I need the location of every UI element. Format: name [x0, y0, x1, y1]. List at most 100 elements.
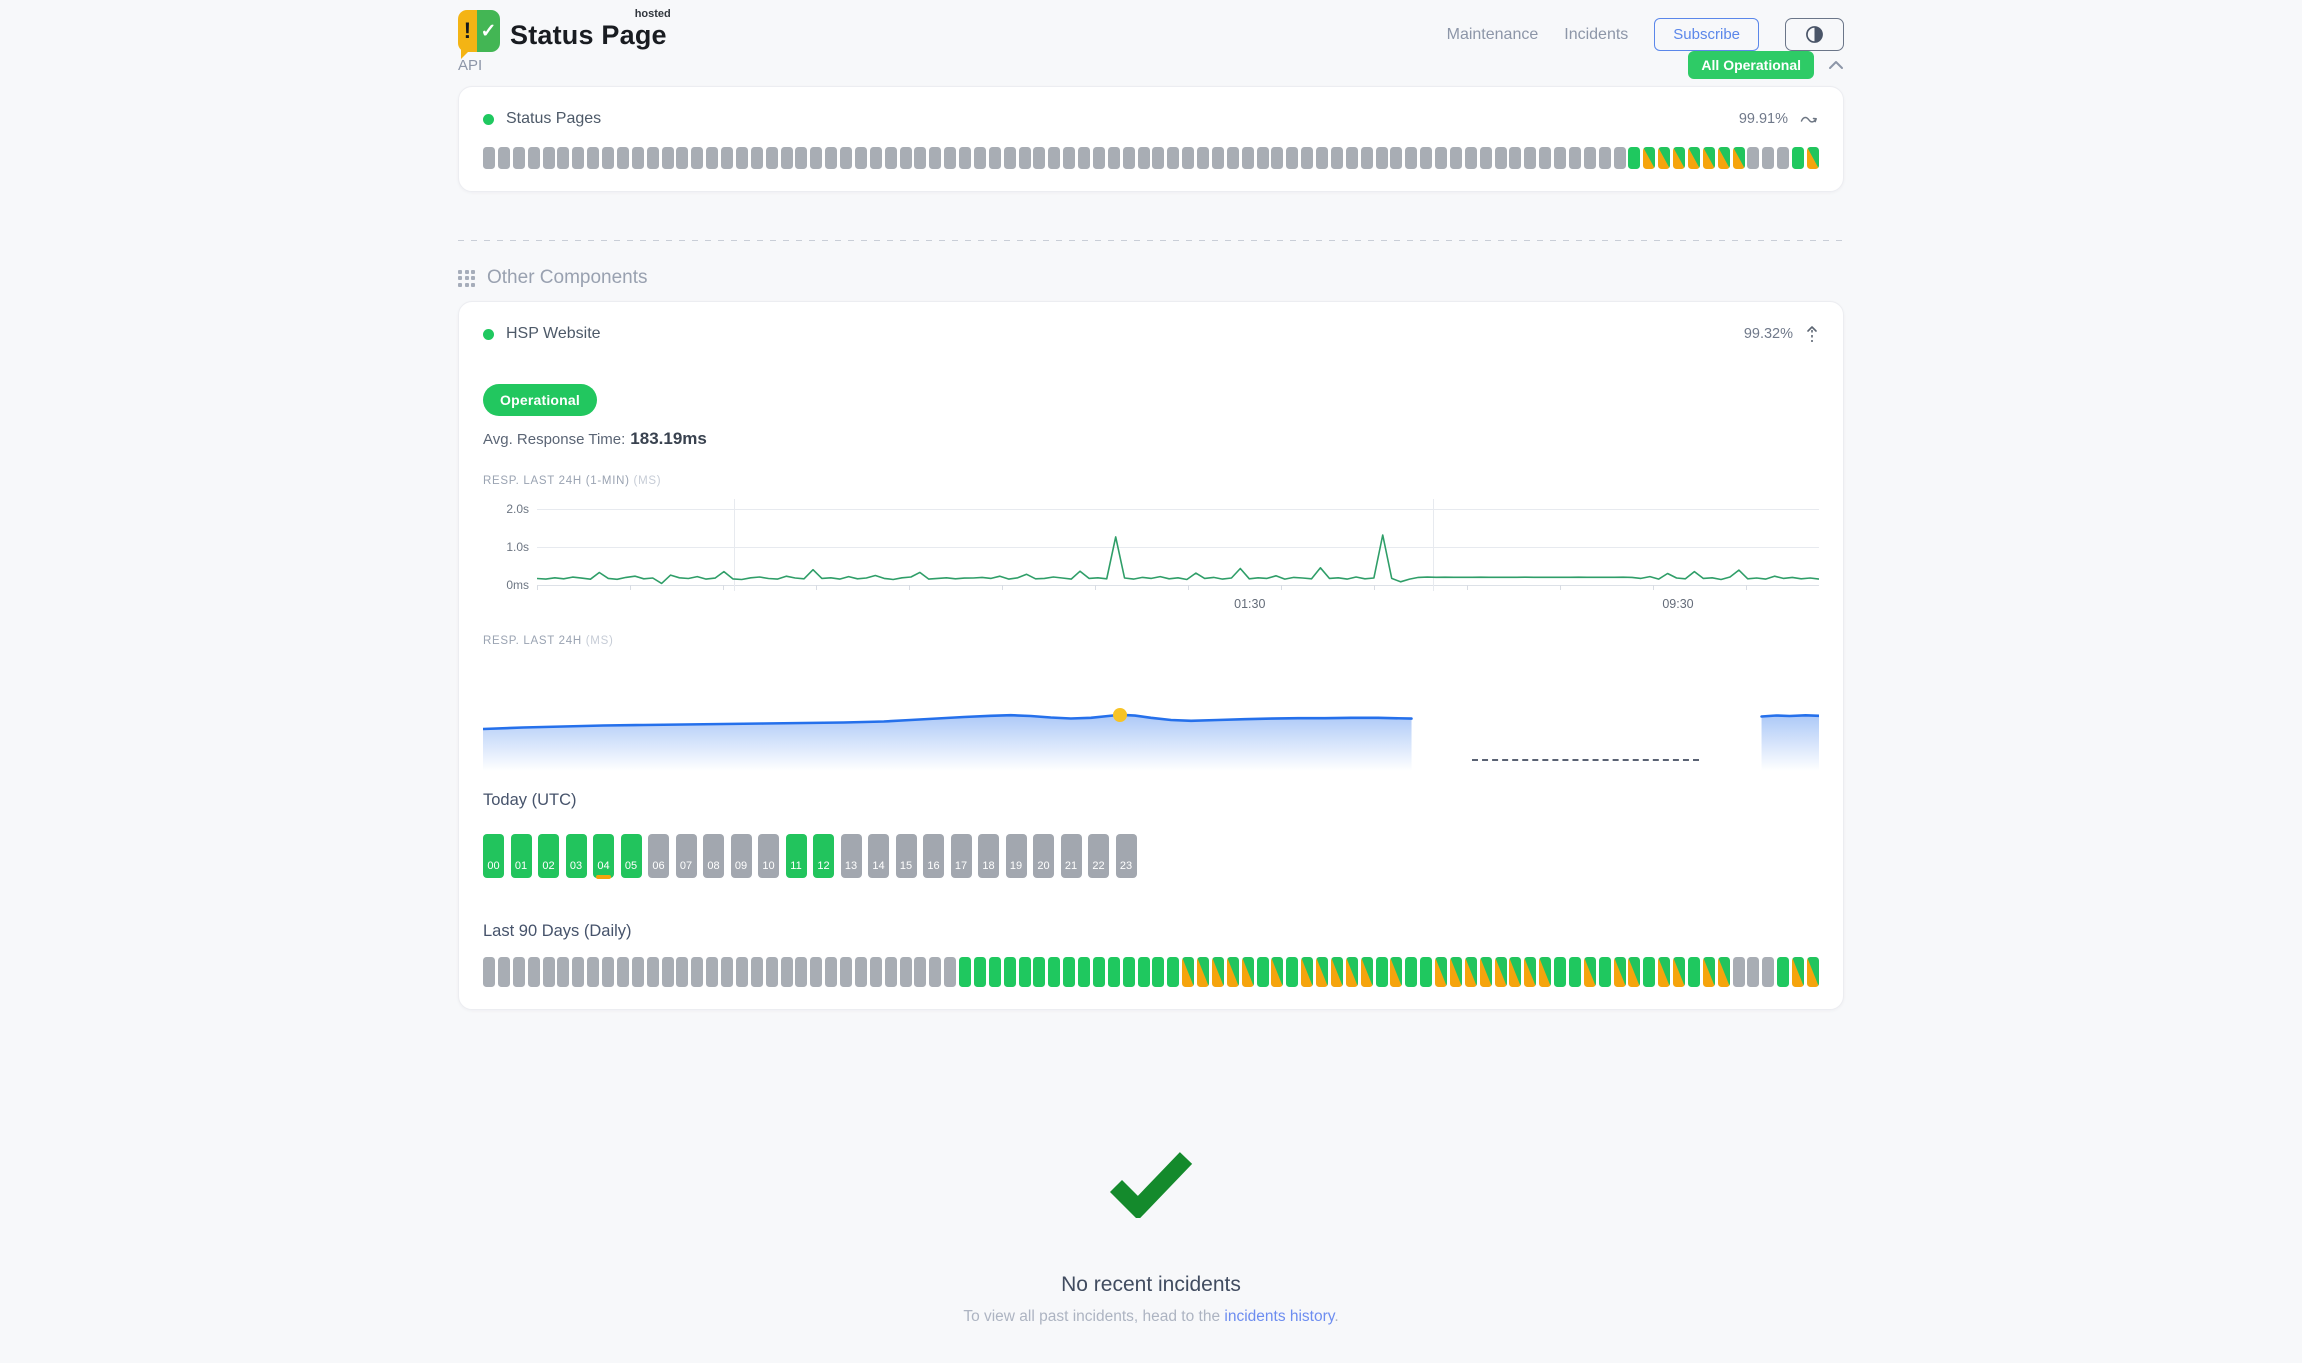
uptime-bar-gray[interactable]: [483, 957, 495, 987]
uptime-bar-green[interactable]: [1569, 957, 1581, 987]
hour-block-12[interactable]: 12: [813, 834, 834, 878]
uptime-bar-gray[interactable]: [914, 957, 926, 987]
uptime-bar-gray[interactable]: [513, 957, 525, 987]
uptime-bar-gray[interactable]: [587, 957, 599, 987]
uptime-bar-gray[interactable]: [557, 957, 569, 987]
uptime-bar-gray[interactable]: [885, 957, 897, 987]
uptime-bar-gray[interactable]: [900, 147, 912, 169]
uptime-bar-gray[interactable]: [557, 147, 569, 169]
subscribe-button[interactable]: Subscribe: [1654, 18, 1759, 51]
uptime-bar-gray[interactable]: [662, 957, 674, 987]
hour-block-16[interactable]: 16: [923, 834, 944, 878]
uptime-bar-gray[interactable]: [855, 957, 867, 987]
uptime-bar-mixed[interactable]: [1212, 957, 1224, 987]
uptime-bar-gray[interactable]: [1286, 147, 1298, 169]
uptime-bar-mixed[interactable]: [1361, 957, 1373, 987]
uptime-bar-green[interactable]: [1777, 957, 1789, 987]
uptime-bar-gray[interactable]: [498, 957, 510, 987]
uptime-bar-green[interactable]: [1093, 957, 1105, 987]
uptime-bar-gray[interactable]: [751, 147, 763, 169]
uptime-bar-gray[interactable]: [810, 147, 822, 169]
uptime-bar-gray[interactable]: [721, 147, 733, 169]
uptime-bar-gray[interactable]: [513, 147, 525, 169]
uptime-bar-gray[interactable]: [1569, 147, 1581, 169]
uptime-bar-gray[interactable]: [736, 147, 748, 169]
uptime-bar-green[interactable]: [1033, 957, 1045, 987]
uptime-bar-gray[interactable]: [781, 147, 793, 169]
hour-block-00[interactable]: 00: [483, 834, 504, 878]
hour-block-08[interactable]: 08: [703, 834, 724, 878]
uptime-bar-mixed[interactable]: [1346, 957, 1358, 987]
chart1-plot-area[interactable]: 01:3009:30: [537, 499, 1819, 599]
uptime-bar-gray[interactable]: [1762, 147, 1774, 169]
uptime-bar-gray[interactable]: [1450, 147, 1462, 169]
uptime-bar-gray[interactable]: [1420, 147, 1432, 169]
uptime-bar-mixed[interactable]: [1792, 957, 1804, 987]
uptime-bar-gray[interactable]: [632, 147, 644, 169]
uptime-bar-gray[interactable]: [1524, 147, 1536, 169]
uptime-bar-gray[interactable]: [840, 147, 852, 169]
uptime-bar-gray[interactable]: [929, 957, 941, 987]
uptime-bar-gray[interactable]: [706, 147, 718, 169]
uptime-bar-mixed[interactable]: [1658, 147, 1670, 169]
uptime-bar-mixed[interactable]: [1673, 957, 1685, 987]
highlight-dot[interactable]: [1113, 708, 1127, 722]
uptime-bar-mixed[interactable]: [1628, 957, 1640, 987]
uptime-bar-mixed[interactable]: [1524, 957, 1536, 987]
uptime-bar-green[interactable]: [1420, 957, 1432, 987]
uptime-bar-gray[interactable]: [617, 147, 629, 169]
uptime-bar-mixed[interactable]: [1242, 957, 1254, 987]
uptime-bar-green[interactable]: [1138, 957, 1150, 987]
uptime-bar-gray[interactable]: [870, 957, 882, 987]
uptime-bar-gray[interactable]: [1301, 147, 1313, 169]
uptime-bar-gray[interactable]: [1733, 957, 1745, 987]
uptime-bar-green[interactable]: [1405, 957, 1417, 987]
uptime-bar-green[interactable]: [1554, 957, 1566, 987]
uptime-bar-mixed[interactable]: [1227, 957, 1239, 987]
hour-block-05[interactable]: 05: [621, 834, 642, 878]
uptime-bar-gray[interactable]: [647, 957, 659, 987]
uptime-bar-green[interactable]: [959, 957, 971, 987]
uptime-bar-gray[interactable]: [543, 957, 555, 987]
uptime-bar-mixed[interactable]: [1614, 957, 1626, 987]
uptime-bar-gray[interactable]: [1138, 147, 1150, 169]
uptime-bar-green[interactable]: [1123, 957, 1135, 987]
uptime-bar-gray[interactable]: [1584, 147, 1596, 169]
hour-block-03[interactable]: 03: [566, 834, 587, 878]
uptime-bar-gray[interactable]: [706, 957, 718, 987]
uptime-bar-gray[interactable]: [736, 957, 748, 987]
hour-block-23[interactable]: 23: [1116, 834, 1137, 878]
hour-block-01[interactable]: 01: [511, 834, 532, 878]
uptime-bar-gray[interactable]: [1435, 147, 1447, 169]
uptime-bar-gray[interactable]: [1167, 147, 1179, 169]
uptime-bar-green[interactable]: [1257, 957, 1269, 987]
uptime-bar-gray[interactable]: [766, 957, 778, 987]
uptime-bar-gray[interactable]: [1405, 147, 1417, 169]
uptime-bar-gray[interactable]: [1777, 147, 1789, 169]
uptime-bar-mixed[interactable]: [1658, 957, 1670, 987]
uptime-bar-gray[interactable]: [676, 147, 688, 169]
uptime-bar-gray[interactable]: [572, 147, 584, 169]
uptime-bar-mixed[interactable]: [1643, 147, 1655, 169]
hour-block-09[interactable]: 09: [731, 834, 752, 878]
uptime-bar-gray[interactable]: [751, 957, 763, 987]
uptime-bar-gray[interactable]: [1078, 147, 1090, 169]
uptime-bar-mixed[interactable]: [1733, 147, 1745, 169]
uptime-bar-gray[interactable]: [1108, 147, 1120, 169]
uptime-bar-gray[interactable]: [1182, 147, 1194, 169]
uptime-bar-mixed[interactable]: [1331, 957, 1343, 987]
uptime-bar-green[interactable]: [1063, 957, 1075, 987]
uptime-bar-gray[interactable]: [1599, 147, 1611, 169]
uptime-bar-gray[interactable]: [602, 957, 614, 987]
uptime-bar-gray[interactable]: [1747, 957, 1759, 987]
uptime-bar-gray[interactable]: [602, 147, 614, 169]
response-time-chart[interactable]: 2.0s1.0s0ms 01:3009:30: [483, 499, 1819, 599]
logo[interactable]: ! ✓ hosted Status Page: [458, 10, 667, 52]
uptime-bar-green[interactable]: [989, 957, 1001, 987]
uptime-bar-green[interactable]: [1376, 957, 1388, 987]
uptime-bar-mixed[interactable]: [1807, 147, 1819, 169]
uptime-bar-mixed[interactable]: [1688, 147, 1700, 169]
nav-maintenance[interactable]: Maintenance: [1447, 26, 1539, 44]
uptime-bar-gray[interactable]: [795, 147, 807, 169]
uptime-bar-green[interactable]: [1019, 957, 1031, 987]
